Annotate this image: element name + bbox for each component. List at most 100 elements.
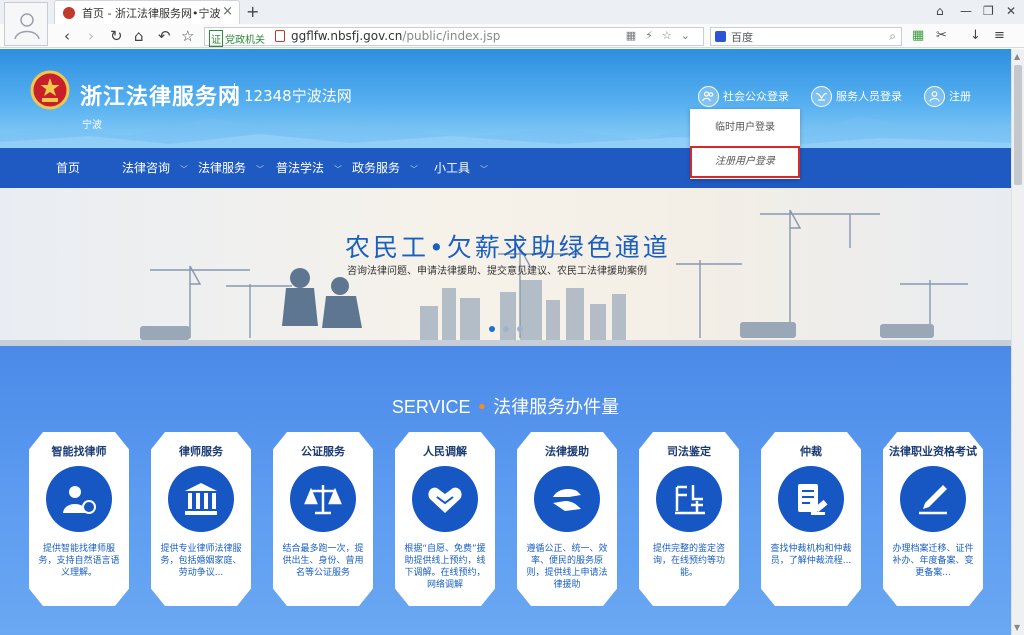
minimize-icon[interactable]: — — [960, 4, 972, 18]
service-card-title: 法律职业资格考试 — [889, 445, 977, 458]
service-card-title: 智能找律师 — [51, 445, 107, 458]
service-card-desc: 遵循公正、统一、效率、便民的服务原则，提供线上申请法律援助 — [526, 544, 608, 590]
service-card-title: 司法鉴定 — [667, 445, 711, 458]
url-field[interactable]: 证党政机关 ggflfw.nbsfj.gov.cn/public/index.j… — [204, 27, 704, 47]
carousel-dot[interactable] — [503, 326, 509, 332]
service-card-title: 律师服务 — [179, 445, 223, 458]
browser-tab[interactable]: 首页 - 浙江法律服务网•宁波 × — [54, 0, 240, 24]
scroll-up-icon[interactable]: ▲ — [1014, 52, 1020, 61]
main-nav: 首页 法律咨询 ﹀ 法律服务 ﹀ 普法学法 ﹀ 政务服务 ﹀ 小工具 ﹀ — [0, 148, 1011, 188]
search-engine-label: 百度 — [731, 31, 753, 44]
service-card-desc: 提供完整的鉴定咨询，在线预约等功能。 — [652, 544, 725, 578]
helping-hand-icon — [534, 466, 600, 532]
service-card-arbitration[interactable]: 仲裁 查找仲裁机构和仲裁员，了解仲裁流程... — [761, 432, 861, 606]
page-scrollbar[interactable]: ▲ ▼ — [1011, 49, 1024, 635]
nav-item-label: 首页 — [56, 161, 81, 175]
undo-icon[interactable]: ↶ — [158, 27, 171, 45]
staff-login-button[interactable]: 服务人员登录 — [811, 85, 902, 107]
nav-item-label: 法律服务 — [198, 161, 247, 175]
service-card-appraisal[interactable]: 司法鉴定 提供完整的鉴定咨询，在线预约等功能。 — [639, 432, 739, 606]
browser-tab-bar: 首页 - 浙江法律服务网•宁波 × + ⌂ — ❐ ✕ — [0, 0, 1024, 24]
temp-user-login-item[interactable]: 临时用户登录 — [690, 113, 800, 143]
carousel-dot[interactable] — [489, 326, 495, 332]
apps-icon[interactable]: ▦ — [912, 28, 924, 43]
service-card-mediation[interactable]: 人民调解 根据“自愿、免费”援助提供线上预约，线下调解。在线预约，网络调解 — [395, 432, 495, 606]
national-emblem-icon — [30, 70, 70, 110]
nav-item-label: 政务服务 — [352, 161, 401, 175]
nav-item-label: 普法学法 — [276, 161, 325, 175]
chevron-down-icon: ﹀ — [334, 165, 343, 174]
service-card-notary[interactable]: 公证服务 结合最多跑一次，提供出生、身份、曾用名等公证服务 — [273, 432, 373, 606]
scales-icon — [290, 466, 356, 532]
nav-item-law-education[interactable]: 普法学法 ﹀ — [276, 148, 342, 188]
scissors-icon[interactable]: ✂ — [936, 28, 947, 43]
banner-subtitle: 咨询法律问题、申请法律援助、提交意见建议、农民工法律援助案例 — [347, 266, 647, 277]
service-heading-cn: 法律服务办件量 — [493, 397, 620, 418]
service-section: SERVICE • 法律服务办件量 智能找律师 提供智能找律师服务，支持自然语言语义… — [0, 346, 1011, 635]
download-icon[interactable]: ↓ — [970, 28, 981, 43]
service-card-title: 公证服务 — [301, 445, 345, 458]
service-card-lawyer[interactable]: 律师服务 提供专业律师法律服务，包括婚姻家庭、劳动争议... — [151, 432, 251, 606]
nav-item-home[interactable]: 首页 — [56, 148, 80, 188]
url-path: /public/index.jsp — [402, 29, 501, 43]
service-heading-en: SERVICE — [391, 397, 471, 417]
users-icon — [698, 85, 719, 107]
new-tab-icon[interactable]: + — [246, 2, 259, 21]
gov-badge-label: 党政机关 — [225, 35, 265, 46]
site-subtitle: 12348宁波法网 — [244, 87, 352, 105]
handshake-icon — [412, 466, 478, 532]
service-card-title: 仲裁 — [800, 445, 822, 458]
skin-icon[interactable]: ⌂ — [936, 4, 944, 18]
service-card-smart-lawyer[interactable]: 智能找律师 提供智能找律师服务，支持自然语言语义理解。 — [29, 432, 129, 606]
service-card-desc: 提供智能找律师服务，支持自然语言语义理解。 — [38, 544, 120, 578]
url-actions[interactable]: ▦⚡☆⌄ — [626, 29, 699, 42]
scrollbar-thumb[interactable] — [1014, 65, 1022, 185]
service-card-bar-exam[interactable]: 法律职业资格考试 办理档案迁移、证件补办、年度备案、变更备案... — [883, 432, 983, 606]
site-title[interactable]: 浙江法律服务网 — [80, 79, 241, 111]
service-card-title: 人民调解 — [423, 445, 467, 458]
region-label: 宁波 — [82, 120, 102, 131]
chevron-down-icon: ﹀ — [480, 165, 489, 174]
security-icon[interactable] — [275, 30, 285, 42]
star-icon[interactable]: ☆ — [181, 27, 194, 45]
register-button[interactable]: 注册 — [924, 85, 971, 107]
service-card-desc: 查找仲裁机构和仲裁员，了解仲裁流程... — [770, 544, 852, 566]
appraisal-icon — [656, 466, 722, 532]
search-field[interactable]: 百度 ⌕ — [710, 27, 902, 46]
service-card-legal-aid[interactable]: 法律援助 遵循公正、统一、效率、便民的服务原则，提供线上申请法律援助 — [517, 432, 617, 606]
service-heading-dot: • — [476, 397, 488, 418]
nav-item-legal-consult[interactable]: 法律咨询 ﹀ — [122, 148, 188, 188]
user-icon — [924, 85, 945, 107]
maximize-icon[interactable]: ❐ — [983, 4, 994, 18]
forward-icon[interactable]: › — [88, 27, 94, 45]
nav-item-label: 小工具 — [434, 161, 471, 175]
baidu-logo-icon — [715, 31, 726, 42]
reload-icon[interactable]: ↻ — [110, 27, 123, 45]
web-page: 浙江法律服务网 12348宁波法网 宁波 社会公众登录 服务人员登录 注册 首页… — [0, 49, 1011, 635]
staff-icon — [811, 85, 832, 107]
site-favicon-icon — [63, 6, 75, 19]
search-icon[interactable]: ⌕ — [889, 29, 896, 44]
nav-item-tools[interactable]: 小工具 ﹀ — [434, 148, 488, 188]
url-domain: ggflfw.nbsfj.gov.cn — [291, 29, 403, 43]
user-avatar-icon — [14, 13, 40, 40]
banner-title: 农民工•欠薪求助绿色通道 — [345, 233, 671, 262]
service-card-desc: 结合最多跑一次，提供出生、身份、曾用名等公证服务 — [282, 544, 364, 578]
registered-user-login-item[interactable]: 注册用户登录 — [690, 146, 800, 178]
nav-item-government-service[interactable]: 政务服务 ﹀ — [352, 148, 418, 188]
home-icon[interactable]: ⌂ — [134, 27, 144, 45]
gov-badge-mark: 证 — [209, 30, 223, 47]
user-avatar[interactable] — [4, 2, 48, 46]
hero-banner[interactable]: 农民工•欠薪求助绿色通道 咨询法律问题、申请法律援助、提交意见建议、农民工法律援… — [0, 188, 1011, 346]
nav-item-legal-service[interactable]: 法律服务 ﹀ — [198, 148, 264, 188]
carousel-dots — [489, 326, 523, 332]
back-icon[interactable]: ‹ — [64, 27, 70, 45]
menu-icon[interactable]: ≡ — [994, 28, 1005, 43]
public-login-button[interactable]: 社会公众登录 — [698, 85, 789, 107]
service-card-desc: 办理档案迁移、证件补办、年度备案、变更备案... — [892, 544, 974, 578]
tab-title: 首页 - 浙江法律服务网•宁波 — [82, 6, 221, 20]
scroll-down-icon[interactable]: ▼ — [1014, 623, 1020, 632]
close-tab-icon[interactable]: × — [222, 4, 233, 19]
carousel-dot[interactable] — [517, 326, 523, 332]
close-window-icon[interactable]: ✕ — [1006, 4, 1016, 18]
